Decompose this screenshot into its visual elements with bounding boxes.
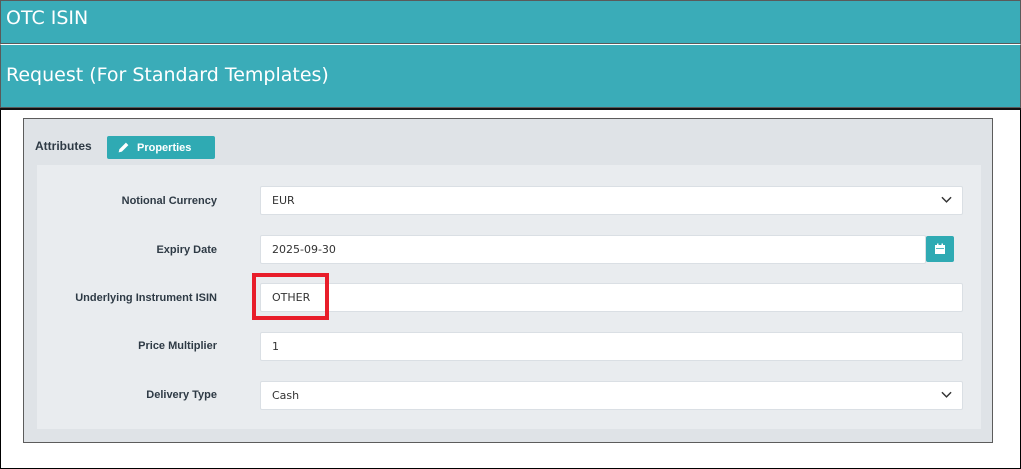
expiry-date-input[interactable]: 2025-09-30 — [260, 235, 926, 264]
underlying-isin-value: OTHER — [272, 291, 311, 304]
calendar-icon — [935, 243, 945, 254]
underlying-isin-input[interactable]: OTHER — [260, 283, 963, 312]
delivery-type-label: Delivery Type — [146, 389, 217, 401]
expiry-date-label: Expiry Date — [156, 244, 217, 256]
header-divider — [0, 108, 1021, 110]
calendar-button[interactable] — [926, 236, 954, 262]
properties-button-label: Properties — [137, 141, 192, 154]
page-subtitle: Request (For Standard Templates) — [0, 44, 1021, 108]
underlying-isin-label: Underlying Instrument ISIN — [75, 292, 217, 304]
notional-currency-value: EUR — [272, 194, 295, 207]
properties-button[interactable]: Properties — [107, 136, 215, 159]
delivery-type-select[interactable]: Cash — [260, 381, 963, 410]
price-multiplier-label: Price Multiplier — [138, 340, 217, 352]
price-multiplier-value: 1 — [272, 340, 279, 353]
expiry-date-value: 2025-09-30 — [272, 243, 336, 256]
pencil-icon — [118, 142, 129, 153]
page-title: OTC ISIN — [0, 0, 1021, 44]
notional-currency-label: Notional Currency — [121, 195, 217, 207]
notional-currency-select[interactable]: EUR — [260, 186, 963, 215]
chevron-down-icon — [941, 196, 952, 203]
form-area: Notional Currency EUR Expiry Date 2025-0… — [37, 165, 981, 429]
delivery-type-value: Cash — [272, 389, 300, 402]
price-multiplier-input[interactable]: 1 — [260, 332, 963, 361]
attributes-panel: Attributes Properties Notional Currency … — [23, 118, 993, 443]
attributes-label: Attributes — [35, 139, 92, 153]
chevron-down-icon — [941, 391, 952, 398]
